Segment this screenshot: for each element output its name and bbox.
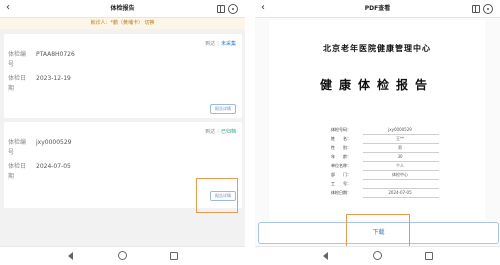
- split-window-icon[interactable]: [472, 5, 480, 13]
- nav-back-icon[interactable]: [323, 252, 328, 260]
- exam-date-label: 体检日期: [8, 163, 27, 180]
- nav-back-icon[interactable]: [68, 252, 73, 260]
- pdf-field-value: 男: [398, 145, 402, 150]
- status-badge: 未采集: [220, 41, 236, 47]
- exam-number-label: 体检编号: [8, 51, 27, 68]
- page-title: 体检报告: [110, 5, 135, 12]
- pdf-field-label: 体检号码：: [331, 127, 351, 132]
- pdf-field-label: 工 号：: [331, 181, 351, 186]
- pdf-page[interactable]: 北京老年医院健康管理中心 健康体检报告 体检号码： jxy0000529 姓 名…: [269, 20, 485, 220]
- pdf-field-label: 体检日期：: [331, 190, 351, 195]
- exam-date-label: 体检日期: [8, 75, 27, 92]
- pdf-field-label: 性 别：: [331, 145, 351, 150]
- pdf-field-label: 部 门：: [331, 172, 351, 177]
- pdf-field-row: 单位名称： 个人: [331, 162, 439, 171]
- pdf-organization: 北京老年医院健康管理中心: [323, 43, 431, 53]
- exam-number-value: PTAA8H0726: [36, 51, 75, 58]
- pdf-field-label: 姓 名：: [331, 136, 351, 141]
- report-card[interactable]: 到达 | 未采集 体检编号 PTAA8H0726 体检日期 2023-12-19 报…: [4, 34, 242, 118]
- pdf-field-value: 体检中心: [392, 172, 408, 177]
- patient-switch-link[interactable]: 切换: [145, 20, 155, 26]
- more-options-icon[interactable]: [228, 4, 238, 14]
- nav-recent-icon[interactable]: [425, 252, 433, 260]
- arrive-link[interactable]: 到达: [205, 129, 215, 135]
- more-options-icon[interactable]: [483, 4, 493, 14]
- report-list-screen: ‹ 体检报告 就诊人：*鹏（黄埔卡） 切换 到达 | 未采集 体检编号 PTAA8H…: [0, 0, 245, 265]
- exam-number-label: 体检编号: [8, 139, 27, 156]
- pdf-field-label: 单位名称：: [331, 163, 351, 168]
- split-window-icon[interactable]: [217, 5, 225, 13]
- pdf-field-value: 30: [397, 154, 403, 159]
- pdf-field-value: jxy0000529: [388, 127, 412, 132]
- highlight-frame: [196, 178, 238, 213]
- view-report-button[interactable]: 报告详情: [210, 104, 236, 114]
- nav-home-icon[interactable]: [373, 251, 382, 260]
- patient-info: 就诊人：*鹏（黄埔卡）: [90, 20, 143, 26]
- nav-recent-icon[interactable]: [170, 252, 178, 260]
- page-title: PDF查看: [364, 5, 391, 12]
- nav-home-icon[interactable]: [118, 251, 127, 260]
- pdf-field-row: 体检号码： jxy0000529: [331, 126, 439, 135]
- pdf-field-value: 王**: [396, 136, 404, 141]
- pdf-viewer-screen: ‹ PDF查看 北京老年医院健康管理中心 健康体检报告 体检号码： jxy000…: [255, 0, 500, 265]
- pdf-field-row: 部 门： 体检中心: [331, 171, 439, 180]
- pdf-field-label: 年 龄：: [331, 154, 351, 159]
- pdf-field-value: 2024-07-05: [388, 190, 412, 195]
- pdf-field-row: 姓 名： 王**: [331, 135, 439, 144]
- pdf-field-row: 性 别： 男: [331, 144, 439, 153]
- status-badge: 已归档: [220, 129, 236, 135]
- arrive-link[interactable]: 到达: [205, 41, 215, 47]
- exam-date-value: 2023-12-19: [36, 75, 71, 82]
- underline: [363, 197, 439, 198]
- exam-date-value: 2024-07-05: [36, 163, 71, 170]
- system-nav-bar: [0, 246, 245, 265]
- top-bar: ‹ PDF查看: [255, 0, 500, 18]
- pdf-field-row: 年 龄： 30: [331, 153, 439, 162]
- card-actions: 到达 | 已归档: [205, 129, 236, 135]
- pdf-field-value: 个人: [396, 163, 404, 168]
- system-nav-bar: [255, 246, 500, 265]
- card-actions: 到达 | 未采集: [205, 41, 236, 47]
- patient-bar[interactable]: 就诊人：*鹏（黄埔卡） 切换: [0, 18, 245, 29]
- pdf-field-row: 体检日期： 2024-07-05: [331, 189, 439, 198]
- top-bar: ‹ 体检报告: [0, 0, 245, 18]
- pdf-field-row: 工 号：: [331, 180, 439, 189]
- highlight-frame: [346, 214, 410, 249]
- exam-number-value: jxy0000529: [36, 139, 72, 146]
- pdf-title: 健康体检报告: [319, 78, 434, 92]
